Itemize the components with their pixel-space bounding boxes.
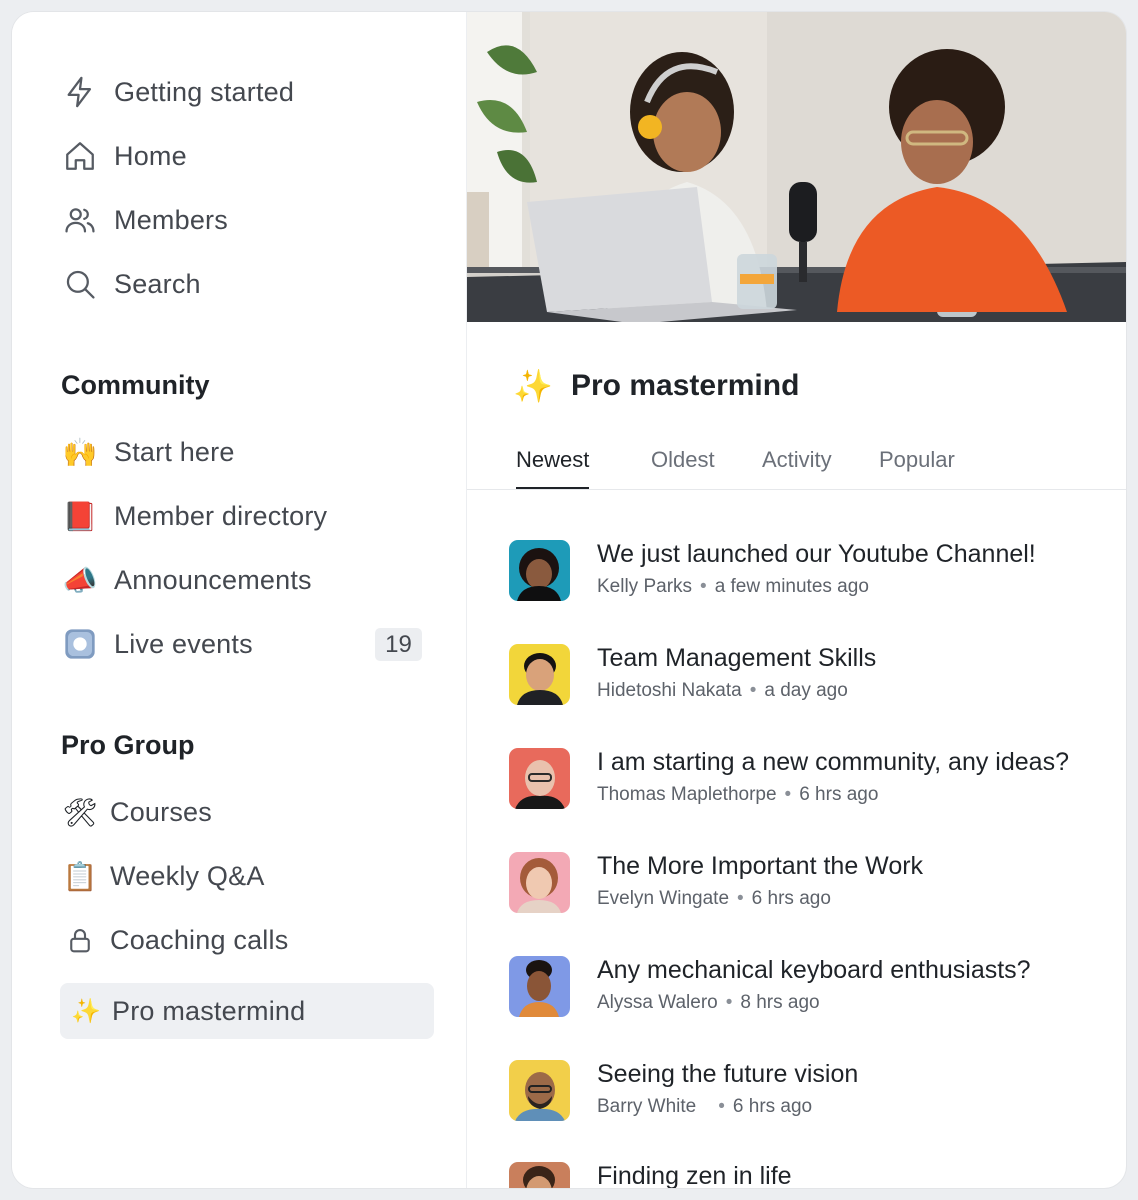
main-content: ✨ Pro mastermind Newest Oldest Activity …: [467, 12, 1126, 1188]
separator-dot: •: [784, 784, 792, 805]
post-meta: Hidetoshi Nakata • a day ago: [597, 680, 848, 702]
sidebar-item-label: Live events: [114, 628, 253, 659]
tab-oldest[interactable]: Oldest: [651, 447, 715, 487]
post-author[interactable]: Evelyn Wingate: [597, 888, 729, 909]
post-title[interactable]: Seeing the future vision: [597, 1060, 858, 1089]
sidebar-item-label: Pro mastermind: [112, 995, 306, 1026]
nav-item-getting-started[interactable]: Getting started: [60, 64, 434, 120]
space-header: ✨ Pro mastermind: [513, 367, 799, 405]
section-title-community: Community: [61, 370, 210, 400]
sidebar-item-live-events[interactable]: Live events 19: [60, 616, 434, 672]
section-title-pro-group: Pro Group: [61, 730, 195, 760]
tab-activity[interactable]: Activity: [762, 447, 832, 487]
tab-bar: Newest Oldest Activity Popular: [467, 437, 1126, 490]
post-title[interactable]: The More Important the Work: [597, 852, 923, 881]
sidebar: Getting started Home Members Search Comm…: [12, 12, 467, 1188]
nav-item-search[interactable]: Search: [60, 256, 434, 312]
post-title[interactable]: We just launched our Youtube Channel!: [597, 540, 1036, 569]
post-list-item[interactable]: The More Important the Work Evelyn Winga…: [509, 852, 1109, 922]
megaphone-icon: 📣: [62, 564, 98, 596]
post-title[interactable]: Any mechanical keyboard enthusiasts?: [597, 956, 1031, 985]
sidebar-item-label: Coaching calls: [110, 924, 289, 955]
post-time: 6 hrs ago: [751, 888, 831, 909]
nav-item-label: Home: [114, 140, 187, 171]
nav-item-label: Search: [114, 268, 201, 299]
post-author[interactable]: Barry White: [597, 1096, 696, 1117]
post-meta: Kelly Parks • a few minutes ago: [597, 576, 869, 598]
hammer-wrench-icon: 🛠: [62, 796, 98, 828]
separator-dot: •: [737, 888, 744, 909]
sidebar-item-member-directory[interactable]: 📕 Member directory: [60, 488, 434, 544]
avatar[interactable]: [509, 852, 570, 913]
sparkles-icon: ✨: [513, 368, 553, 404]
sidebar-item-courses[interactable]: 🛠 Courses: [60, 784, 434, 840]
raising-hands-icon: 🙌: [62, 436, 98, 468]
sidebar-item-weekly-qa[interactable]: 📋 Weekly Q&A: [60, 848, 434, 904]
sidebar-item-label: Courses: [110, 796, 212, 827]
sparkles-icon: ✨: [71, 997, 101, 1025]
separator-dot: •: [749, 680, 757, 701]
post-author[interactable]: Alyssa Walero: [597, 992, 718, 1013]
cover-image: [467, 12, 1126, 322]
sidebar-item-announcements[interactable]: 📣 Announcements: [60, 552, 434, 608]
sidebar-item-label: Start here: [114, 436, 235, 467]
post-author[interactable]: Thomas Maplethorpe: [597, 784, 777, 805]
tab-newest[interactable]: Newest: [516, 447, 590, 489]
post-title[interactable]: I am starting a new community, any ideas…: [597, 748, 1069, 777]
nav-item-members[interactable]: Members: [60, 192, 434, 248]
post-title[interactable]: Finding zen in life: [597, 1162, 792, 1188]
lightning-icon: [60, 72, 100, 112]
post-list-item[interactable]: Seeing the future vision Barry White • 6 h…: [509, 1060, 1109, 1130]
lock-icon: [60, 920, 100, 960]
nav-item-home[interactable]: Home: [60, 128, 434, 184]
sidebar-item-label: Weekly Q&A: [110, 860, 265, 891]
app-window: Getting started Home Members Search Comm…: [12, 12, 1126, 1188]
sidebar-item-coaching-calls[interactable]: Coaching calls: [60, 912, 434, 968]
avatar[interactable]: [509, 956, 570, 1017]
clipboard-icon: 📋: [62, 860, 98, 892]
post-meta: Evelyn Wingate • 6 hrs ago: [597, 888, 831, 910]
avatar[interactable]: [509, 748, 570, 809]
post-time: a few minutes ago: [714, 576, 869, 597]
post-author[interactable]: Hidetoshi Nakata: [597, 680, 742, 701]
sidebar-item-pro-mastermind[interactable]: ✨ Pro mastermind: [60, 983, 434, 1039]
post-list-item[interactable]: Team Management Skills Hidetoshi Nakata •…: [509, 644, 1109, 714]
post-time: 8 hrs ago: [740, 992, 820, 1013]
sidebar-item-label: Member directory: [114, 500, 328, 531]
book-icon: 📕: [62, 500, 98, 532]
avatar[interactable]: [509, 644, 570, 705]
avatar[interactable]: [509, 540, 570, 601]
post-list-item[interactable]: I am starting a new community, any ideas…: [509, 748, 1109, 818]
post-meta: Thomas Maplethorpe • 6 hrs ago: [597, 784, 878, 806]
cover-photo-podcast: [467, 12, 1126, 322]
separator-dot: •: [725, 992, 733, 1013]
post-meta: Alyssa Walero • 8 hrs ago: [597, 992, 820, 1014]
post-time: 6 hrs ago: [799, 784, 879, 805]
post-author[interactable]: Kelly Parks: [597, 576, 692, 597]
record-button-icon: [60, 624, 100, 664]
sidebar-item-label: Announcements: [114, 564, 312, 595]
home-icon: [60, 136, 100, 176]
post-time: 6 hrs ago: [732, 1096, 813, 1117]
tab-popular[interactable]: Popular: [879, 447, 955, 487]
separator-dot: •: [700, 576, 707, 597]
post-meta: Barry White • 6 hrs ago: [597, 1096, 812, 1118]
post-list-item[interactable]: Any mechanical keyboard enthusiasts? Aly…: [509, 956, 1109, 1026]
avatar[interactable]: [509, 1060, 570, 1121]
post-title[interactable]: Team Management Skills: [597, 644, 876, 673]
avatar[interactable]: [509, 1162, 570, 1188]
separator-dot: •: [718, 1096, 725, 1117]
nav-item-label: Members: [114, 204, 228, 235]
post-time: a day ago: [764, 680, 848, 701]
page-title: Pro mastermind: [571, 369, 800, 402]
search-icon: [60, 264, 100, 304]
post-list-item[interactable]: We just launched our Youtube Channel! Ke…: [509, 540, 1109, 610]
post-list-item[interactable]: Finding zen in life: [509, 1162, 1109, 1188]
unread-count-badge: 19: [375, 628, 422, 661]
nav-item-label: Getting started: [114, 76, 295, 107]
sidebar-item-start-here[interactable]: 🙌 Start here: [60, 424, 434, 480]
members-icon: [60, 200, 100, 240]
